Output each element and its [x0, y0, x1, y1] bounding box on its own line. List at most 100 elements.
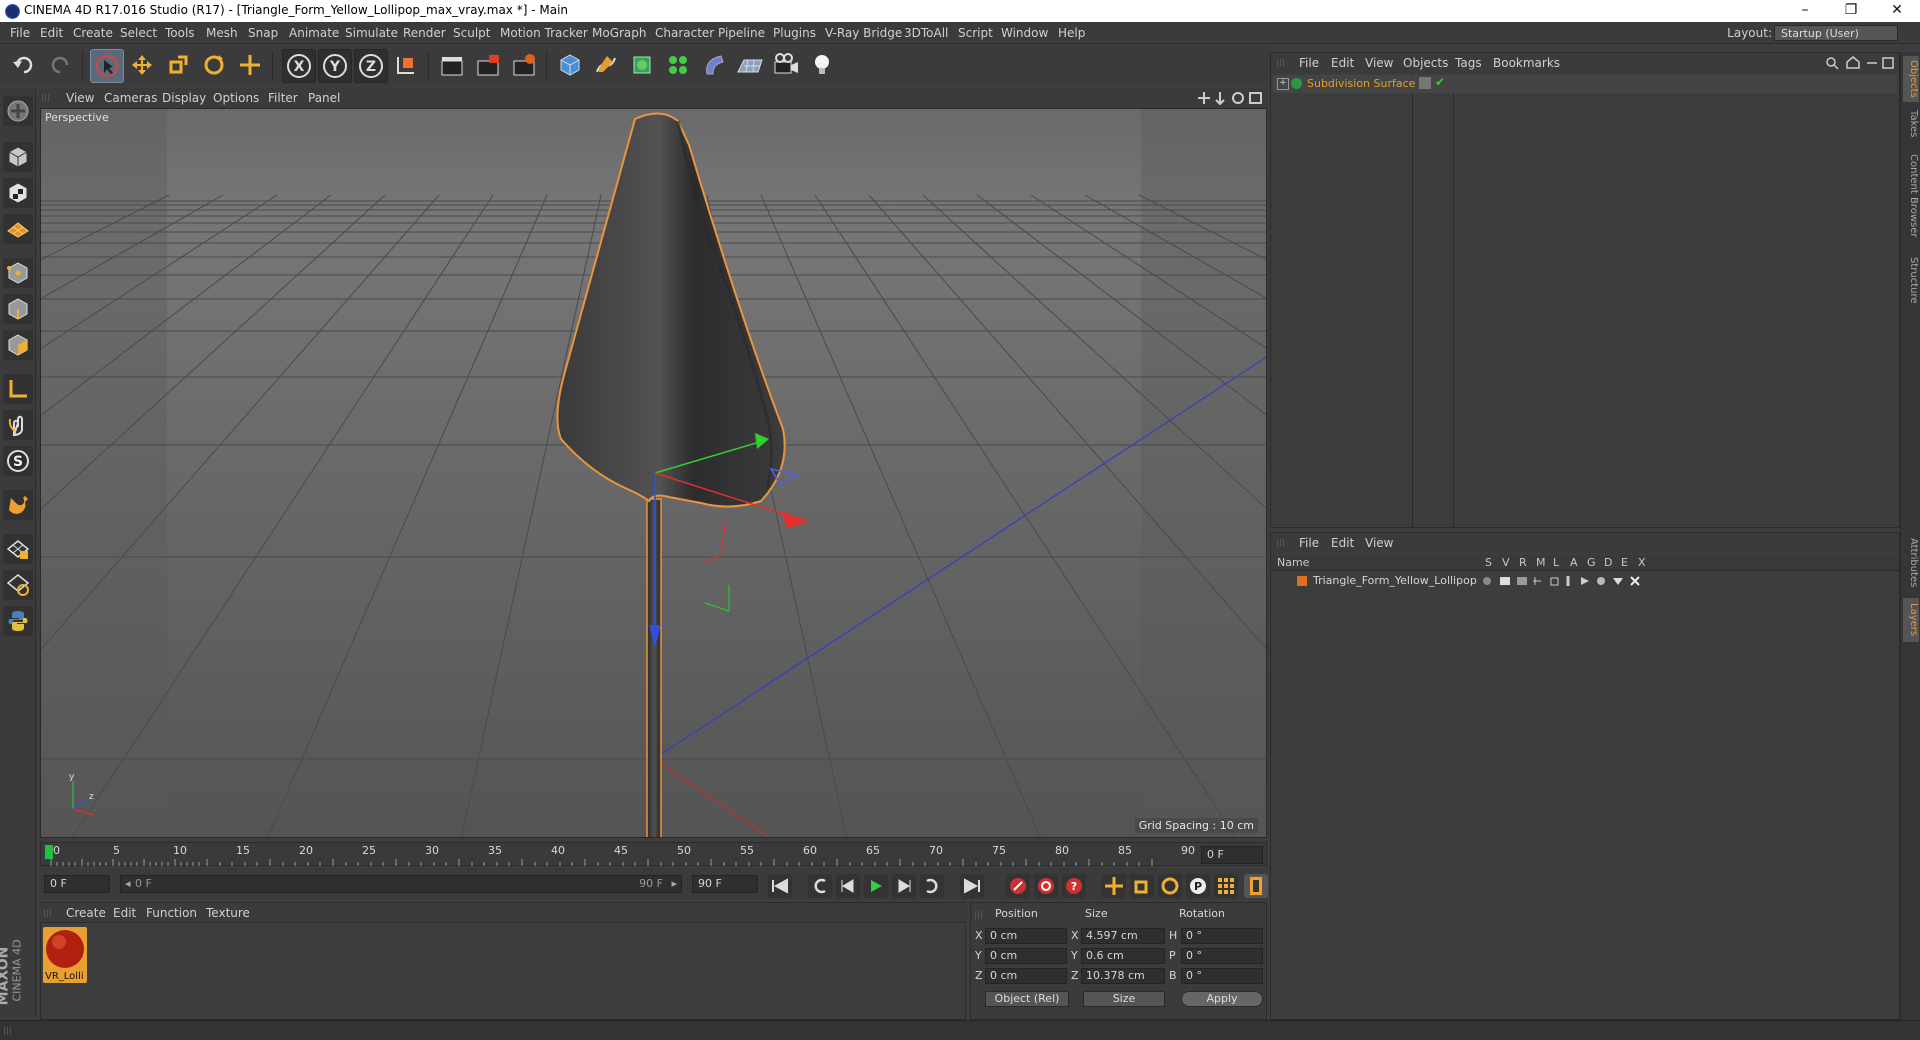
layer-row[interactable]: Triangle_Form_Yellow_Lollipop: [1273, 573, 1897, 589]
edges-mode-button[interactable]: [3, 294, 33, 324]
position-x-field[interactable]: 0 cm: [985, 928, 1067, 944]
autokey-button[interactable]: [1034, 874, 1058, 898]
add-subdivision-button[interactable]: [626, 49, 658, 81]
material-menu-texture[interactable]: Texture: [206, 906, 250, 920]
texture-mode-button[interactable]: [3, 178, 33, 208]
menu-file[interactable]: File: [10, 26, 30, 40]
menu-animate[interactable]: Animate: [289, 26, 339, 40]
tab-objects[interactable]: Objects: [1903, 56, 1919, 102]
add-mograph-button[interactable]: [662, 49, 694, 81]
timeline-ruler[interactable]: 0 5 10 15 20 25 30 35 40 45 50 55 60 65 …: [40, 842, 1267, 866]
add-light-button[interactable]: [806, 49, 838, 81]
render-picture-viewer-button[interactable]: [472, 49, 504, 81]
size-x-field[interactable]: 4.597 cm: [1081, 928, 1165, 944]
layer-color-swatch[interactable]: [1297, 576, 1307, 586]
frame-range-slider[interactable]: ◂ 0 F 90 F ▸: [120, 875, 682, 893]
position-z-field[interactable]: 0 cm: [985, 968, 1067, 984]
rotation-p-field[interactable]: 0 °: [1181, 948, 1263, 964]
object-nav-icons[interactable]: [1825, 56, 1895, 70]
timeline-window-button[interactable]: [1244, 874, 1268, 898]
object-row-subdivision-surface[interactable]: + Subdivision Surface ✔: [1273, 75, 1897, 93]
menu-character[interactable]: Character: [655, 26, 714, 40]
add-cube-button[interactable]: [554, 49, 586, 81]
object-menu-objects[interactable]: Objects: [1403, 56, 1448, 70]
rotation-b-field[interactable]: 0 °: [1181, 968, 1263, 984]
coordinate-mode-select[interactable]: Object (Rel): [985, 991, 1069, 1007]
layer-menu-edit[interactable]: Edit: [1331, 536, 1354, 550]
object-menu-view[interactable]: View: [1365, 56, 1393, 70]
close-button[interactable]: ✕: [1874, 0, 1920, 22]
y-axis-lock-button[interactable]: Y: [318, 49, 352, 83]
lollipop-stick[interactable]: [646, 498, 662, 838]
enabled-check-icon[interactable]: ✔: [1435, 75, 1445, 89]
model-mode-button[interactable]: [3, 142, 33, 172]
layer-menu-view[interactable]: View: [1365, 536, 1393, 550]
rotation-h-field[interactable]: 0 °: [1181, 928, 1263, 944]
menu-snap[interactable]: Snap: [248, 26, 278, 40]
menu-simulate[interactable]: Simulate: [345, 26, 398, 40]
layout-select[interactable]: Startup (User): [1774, 25, 1898, 41]
tab-layers[interactable]: Layers: [1903, 598, 1919, 642]
object-menu-edit[interactable]: Edit: [1331, 56, 1354, 70]
menu-3dtoall[interactable]: 3DToAll: [904, 26, 948, 40]
size-mode-select[interactable]: Size: [1083, 991, 1165, 1007]
timeline-playhead[interactable]: [45, 845, 53, 859]
tweak-mode-button[interactable]: [3, 410, 33, 440]
workplane-rotate-button[interactable]: [3, 570, 33, 600]
viewport-menu-panel[interactable]: Panel: [308, 91, 340, 105]
add-camera-button[interactable]: [770, 49, 802, 81]
tab-takes[interactable]: Takes: [1903, 106, 1919, 142]
undo-button[interactable]: [8, 49, 40, 81]
menu-render[interactable]: Render: [403, 26, 446, 40]
viewport-menu-display[interactable]: Display: [162, 91, 206, 105]
add-deformer-button[interactable]: [698, 49, 730, 81]
position-y-field[interactable]: 0 cm: [985, 948, 1067, 964]
menu-pipeline[interactable]: Pipeline: [718, 26, 765, 40]
menu-select[interactable]: Select: [120, 26, 157, 40]
menu-script[interactable]: Script: [958, 26, 993, 40]
key-scale-button[interactable]: [1130, 874, 1154, 898]
live-selection-button[interactable]: [90, 49, 124, 83]
current-frame-field[interactable]: 0 F: [1201, 846, 1263, 864]
workplane-lock-button[interactable]: [3, 534, 33, 564]
perspective-viewport[interactable]: y z Perspective Grid Spacing : 10 cm: [40, 108, 1267, 838]
viewport-nav-icons[interactable]: [1198, 91, 1264, 105]
menu-help[interactable]: Help: [1058, 26, 1085, 40]
next-key-button[interactable]: [920, 874, 944, 898]
points-mode-button[interactable]: [3, 258, 33, 288]
x-axis-lock-button[interactable]: X: [282, 49, 316, 83]
end-frame-field[interactable]: 90 F: [692, 875, 758, 893]
menu-sculpt[interactable]: Sculpt: [453, 26, 490, 40]
material-vr-lolli[interactable]: VR_Lolli: [43, 927, 87, 983]
go-to-end-button[interactable]: [960, 874, 984, 898]
object-menu-bookmarks[interactable]: Bookmarks: [1493, 56, 1560, 70]
record-keys-button[interactable]: [1006, 874, 1030, 898]
menu-mograph[interactable]: MoGraph: [592, 26, 647, 40]
tab-structure[interactable]: Structure: [1903, 252, 1919, 308]
menu-create[interactable]: Create: [73, 26, 113, 40]
sculpt-mode-button[interactable]: S: [3, 446, 33, 476]
rotate-tool-button[interactable]: [198, 49, 230, 81]
play-forward-button[interactable]: [864, 874, 888, 898]
object-menu-file[interactable]: File: [1299, 56, 1319, 70]
object-menu-tags[interactable]: Tags: [1455, 56, 1482, 70]
next-frame-button[interactable]: [892, 874, 916, 898]
key-parameter-button[interactable]: P: [1186, 874, 1210, 898]
axis-mode-button[interactable]: [3, 374, 33, 404]
viewport-menu-options[interactable]: Options: [213, 91, 259, 105]
go-to-start-button[interactable]: [768, 874, 792, 898]
tab-attributes[interactable]: Attributes: [1903, 532, 1919, 594]
visibility-toggle-icon[interactable]: [1419, 77, 1431, 89]
workplane-mode-button[interactable]: [3, 214, 33, 244]
key-rotation-button[interactable]: [1158, 874, 1182, 898]
menu-vray-bridge[interactable]: V-Ray Bridge: [825, 26, 902, 40]
minimize-button[interactable]: –: [1782, 0, 1828, 22]
apply-button[interactable]: Apply: [1181, 991, 1263, 1007]
material-menu-edit[interactable]: Edit: [113, 906, 136, 920]
viewport-menu-view[interactable]: View: [66, 91, 94, 105]
size-z-field[interactable]: 10.378 cm: [1081, 968, 1165, 984]
add-spline-button[interactable]: [590, 49, 622, 81]
transform-tool-button[interactable]: [234, 49, 266, 81]
viewport-menu-cameras[interactable]: Cameras: [104, 91, 157, 105]
restore-button[interactable]: ❐: [1828, 0, 1874, 22]
